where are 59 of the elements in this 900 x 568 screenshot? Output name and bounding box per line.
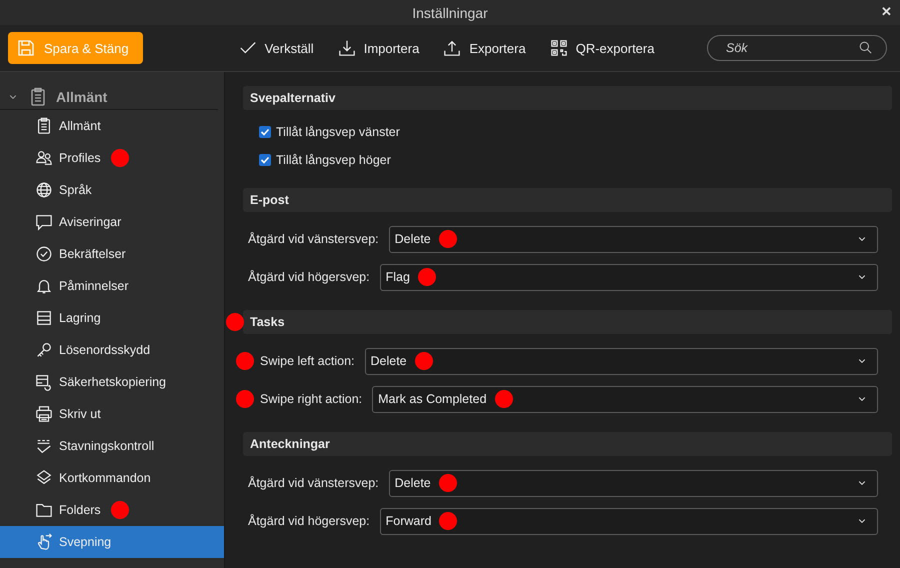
key-icon <box>35 341 53 359</box>
qr-code-icon <box>550 39 568 57</box>
checkbox[interactable] <box>259 126 271 138</box>
close-button[interactable]: ✕ <box>881 4 892 19</box>
clipboard-icon <box>35 117 53 135</box>
window-title: Inställningar <box>412 4 488 20</box>
checkbox[interactable] <box>259 154 271 166</box>
sidebar-item[interactable]: Lagring <box>0 302 224 334</box>
dropdown[interactable]: Forward <box>380 508 878 534</box>
sidebar-item[interactable]: Bekräftelser <box>0 238 224 270</box>
section-header: E-post <box>243 188 892 212</box>
toolbar-button[interactable]: Verkställ <box>238 39 314 57</box>
search-icon <box>858 40 873 55</box>
sidebar-item[interactable]: Profiles <box>0 142 224 174</box>
field-label: Åtgärd vid vänstersvep: <box>248 232 379 246</box>
sidebar-item[interactable]: Påminnelser <box>0 270 224 302</box>
field-label: Åtgärd vid högersvep: <box>248 270 370 284</box>
sidebar-item[interactable]: Kortkommandon <box>0 462 224 494</box>
toolbar-button[interactable]: Importera <box>338 39 420 57</box>
field-label: Swipe left action: <box>260 354 354 368</box>
sidebar-item[interactable]: Allmänt <box>0 110 224 142</box>
field-label: Swipe right action: <box>260 392 362 406</box>
hand-pointer-icon <box>35 533 53 551</box>
download-icon <box>338 39 356 57</box>
toolbar-button[interactable]: Exportera <box>443 39 526 57</box>
people-icon <box>35 149 53 167</box>
sidebar-group[interactable]: Allmänt <box>0 84 218 110</box>
speech-bubble-icon <box>35 213 53 231</box>
sidebar-item[interactable]: Säkerhetskopiering <box>0 366 224 398</box>
folder-icon <box>35 501 53 519</box>
dropdown[interactable]: Flag <box>380 264 878 290</box>
check-circle-icon <box>35 245 53 263</box>
sidebar-item[interactable]: Lösenordsskydd <box>0 334 224 366</box>
backup-icon <box>35 373 53 391</box>
toolbar-button[interactable]: QR-exportera <box>550 39 654 57</box>
field-label: Åtgärd vid högersvep: <box>248 514 370 528</box>
field-label: Åtgärd vid vänstersvep: <box>248 476 379 490</box>
layers-icon <box>35 469 53 487</box>
sidebar-item[interactable]: Svepning <box>0 526 224 558</box>
globe-icon <box>35 181 53 199</box>
checkbox-label: Tillåt långsvep vänster <box>276 125 400 139</box>
bell-icon <box>35 277 53 295</box>
sidebar-item[interactable]: Aviseringar <box>0 206 224 238</box>
sidebar-item[interactable]: Skriv ut <box>0 398 224 430</box>
dropdown[interactable]: Mark as Completed <box>372 386 878 412</box>
spellcheck-icon <box>35 437 53 455</box>
storage-icon <box>35 309 53 327</box>
sidebar-item[interactable]: Språk <box>0 174 224 206</box>
sidebar-item[interactable]: Folders <box>0 494 224 526</box>
upload-icon <box>443 39 462 57</box>
dropdown[interactable]: Delete <box>364 348 878 374</box>
checkbox-label: Tillåt långsvep höger <box>276 153 391 167</box>
search-field[interactable]: Sök <box>707 35 887 61</box>
section-header: Anteckningar <box>243 432 892 456</box>
printer-icon <box>35 405 53 423</box>
section-header: Svepalternativ <box>243 86 892 110</box>
sidebar-item[interactable]: Stavningskontroll <box>0 430 224 462</box>
dropdown[interactable]: Delete <box>388 226 878 252</box>
dropdown[interactable]: Delete <box>388 470 878 496</box>
